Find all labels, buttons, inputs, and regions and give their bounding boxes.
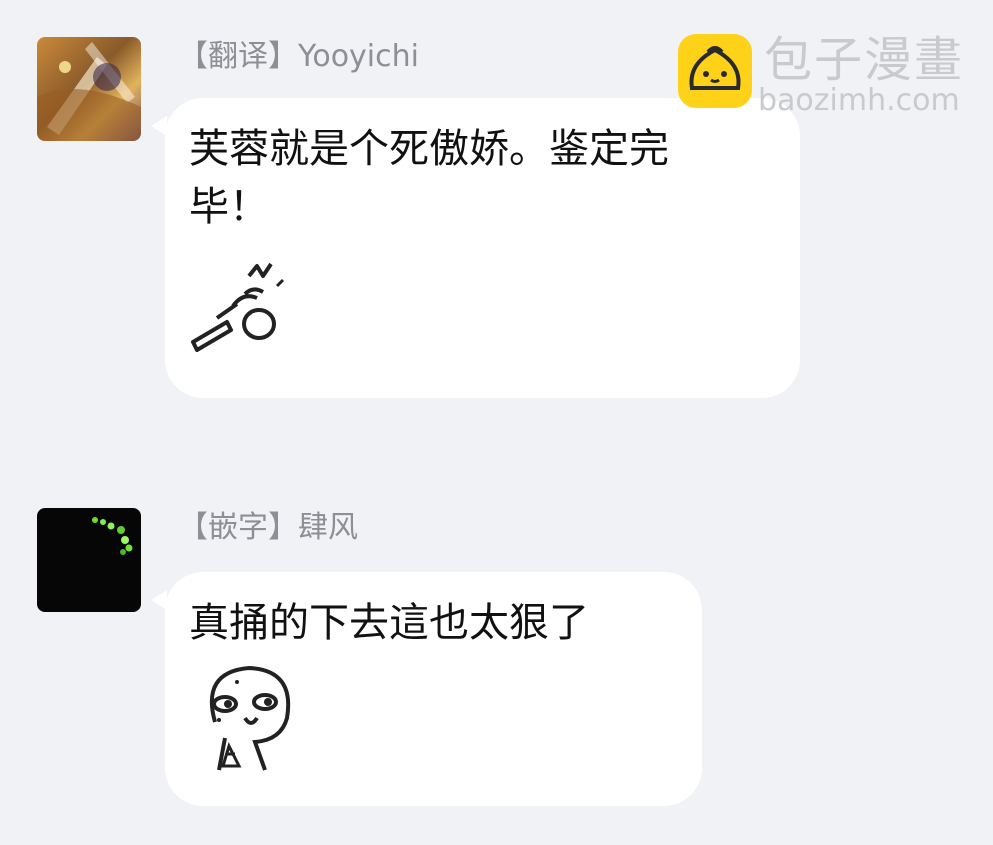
chat-screen: 【翻译】Yooyichi 芙蓉就是个死傲娇。鉴定完 毕！ 【嵌字】肆风 真捅的下… — [0, 0, 993, 845]
avatar-sifeng[interactable] — [37, 508, 141, 612]
thumbs-punch-sticker — [187, 248, 307, 356]
watermark-title: 包子漫畫 — [764, 32, 965, 88]
avatar-image — [37, 37, 141, 141]
bubble-tail — [151, 116, 167, 136]
message-bubble[interactable]: 芙蓉就是个死傲娇。鉴定完 毕！ — [151, 98, 800, 398]
message-text-line: 真捅的下去這也太狠了 — [189, 600, 589, 646]
site-watermark: 包子漫畫 baozimh.com — [678, 32, 973, 118]
sweating-face-sticker — [195, 662, 305, 774]
watermark-url: baozimh.com — [758, 83, 960, 118]
message-text-line: 芙蓉就是个死傲娇。鉴定完 — [189, 126, 669, 172]
avatar-yooyichi[interactable] — [37, 37, 141, 141]
message-text-line: 毕！ — [189, 184, 269, 230]
message-bubble[interactable]: 真捅的下去這也太狠了 — [151, 572, 702, 806]
bubble-tail — [151, 590, 167, 610]
sender-name: 【翻译】Yooyichi — [178, 39, 419, 74]
avatar-image — [37, 508, 141, 612]
sender-name: 【嵌字】肆风 — [178, 510, 358, 545]
bun-logo-icon — [678, 34, 752, 108]
